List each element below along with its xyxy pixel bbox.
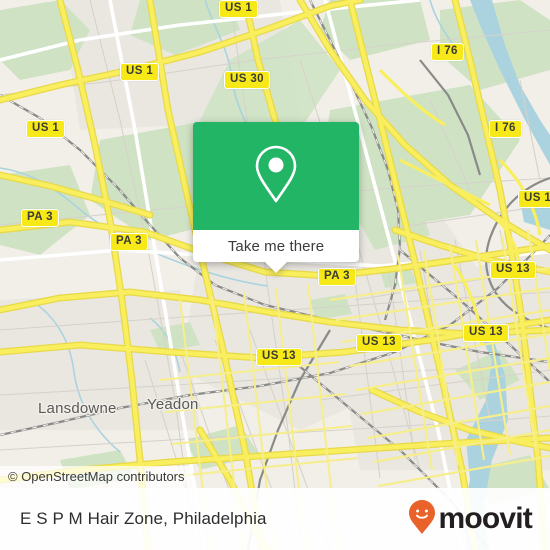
moovit-wordmark: moovit [438,502,532,535]
highway-shield-us13-d[interactable]: US 13 [356,334,402,352]
highway-shield-i76-a[interactable]: I 76 [431,43,464,61]
osm-attribution[interactable]: © OpenStreetMap contributors [0,466,193,488]
moovit-smiley-pin-icon [408,499,436,540]
highway-shield-pa3-a[interactable]: PA 3 [21,209,59,227]
highway-shield-us1-b[interactable]: US 1 [120,63,160,81]
highway-shield-us13-e[interactable]: US 13 [256,348,302,366]
map-screenshot: Lansdowne Yeadon US 1 I 76 US 1 US 30 I … [0,0,550,550]
highway-shield-i76-b[interactable]: I 76 [489,120,522,138]
take-me-there-popup[interactable]: Take me there [193,122,359,273]
highway-shield-pa3-c[interactable]: PA 3 [318,268,356,286]
popup-icon-area [193,122,359,230]
highway-shield-us1-c[interactable]: US 1 [26,120,66,138]
highway-shield-us13-b[interactable]: US 13 [490,261,536,279]
highway-shield-us13-a[interactable]: US 13 [518,190,550,208]
place-title: E S P M Hair Zone, Philadelphia [20,509,267,528]
popup-tail [265,262,287,273]
popup-cta[interactable]: Take me there [193,230,359,262]
map-pin-icon [250,142,302,211]
highway-shield-us1-a[interactable]: US 1 [219,0,259,18]
highway-shield-pa3-b[interactable]: PA 3 [110,233,148,251]
popup-cta-label: Take me there [227,237,325,255]
moovit-logo[interactable]: moovit [408,499,533,540]
highway-shield-us13-c[interactable]: US 13 [463,324,509,342]
highway-shield-us30[interactable]: US 30 [224,71,270,89]
bottom-info-bar: E S P M Hair Zone, Philadelphia moovit [0,488,550,550]
